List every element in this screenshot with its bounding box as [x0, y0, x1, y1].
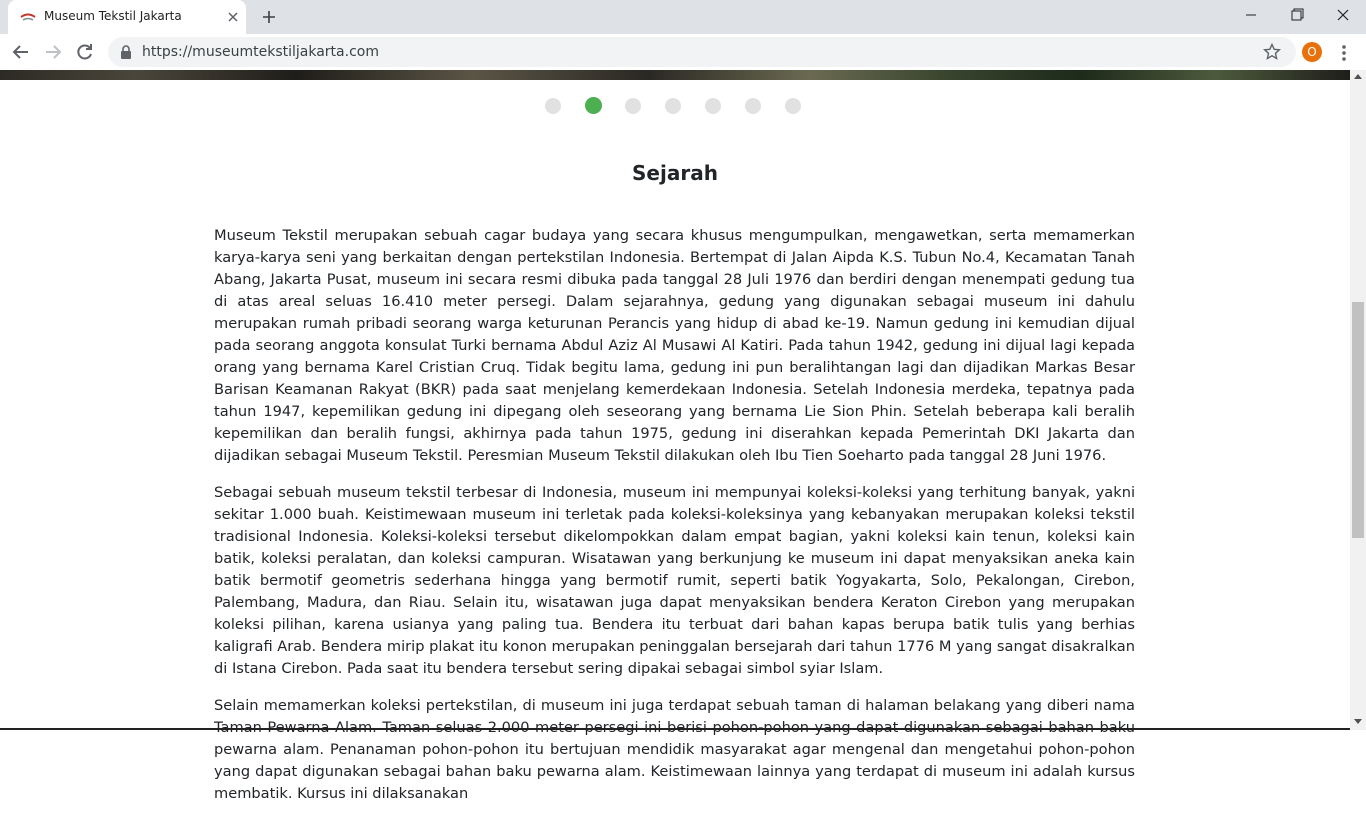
new-tab-icon[interactable] [261, 9, 277, 25]
paragraph: Museum Tekstil merupakan sebuah cagar bu… [214, 227, 1135, 464]
bookmark-star-icon[interactable] [1263, 43, 1281, 61]
carousel-dot-6[interactable] [745, 98, 761, 114]
url-text[interactable]: https://museumtekstiljakarta.com [142, 44, 379, 60]
close-tab-icon[interactable] [225, 9, 241, 25]
carousel-dot-1[interactable] [545, 98, 561, 114]
scroll-down-arrow-icon[interactable] [1354, 719, 1362, 724]
carousel-dot-3[interactable] [625, 98, 641, 114]
tab-strip: Museum Tekstil Jakarta [0, 0, 1366, 34]
scrollbar-thumb[interactable] [1352, 302, 1364, 538]
browser-tab[interactable]: Museum Tekstil Jakarta [8, 0, 246, 34]
museum-logo-icon [20, 13, 36, 21]
carousel-dot-2[interactable] [585, 97, 602, 114]
carousel-dot-5[interactable] [705, 98, 721, 114]
carousel-dot-7[interactable] [785, 98, 801, 114]
scroll-up-arrow-icon[interactable] [1354, 74, 1362, 79]
more-menu-icon[interactable] [1338, 43, 1350, 63]
hero-image [0, 70, 1350, 80]
forward-arrow-icon[interactable] [42, 42, 64, 62]
address-bar[interactable]: https://museumtekstiljakarta.com [108, 37, 1296, 67]
back-arrow-icon[interactable] [10, 42, 32, 62]
paragraph: Selain memamerkan koleksi pertekstilan, … [214, 697, 1135, 802]
close-window-icon[interactable] [1331, 5, 1355, 25]
restore-icon[interactable] [1285, 5, 1309, 25]
profile-avatar[interactable]: O [1302, 42, 1322, 62]
browser-toolbar: https://museumtekstiljakarta.com [0, 34, 1366, 70]
section-title: Sejarah [632, 161, 718, 185]
paragraph: Sebagai sebuah museum tekstil terbesar d… [214, 484, 1135, 677]
tab-title: Museum Tekstil Jakarta [44, 9, 182, 23]
reload-icon[interactable] [74, 42, 96, 62]
minimize-icon[interactable] [1239, 5, 1263, 25]
carousel-dot-4[interactable] [665, 98, 681, 114]
history-article: Museum Tekstil merupakan sebuah cagar bu… [214, 225, 1135, 820]
vertical-scrollbar[interactable] [1350, 70, 1366, 730]
lock-icon[interactable] [120, 45, 132, 59]
